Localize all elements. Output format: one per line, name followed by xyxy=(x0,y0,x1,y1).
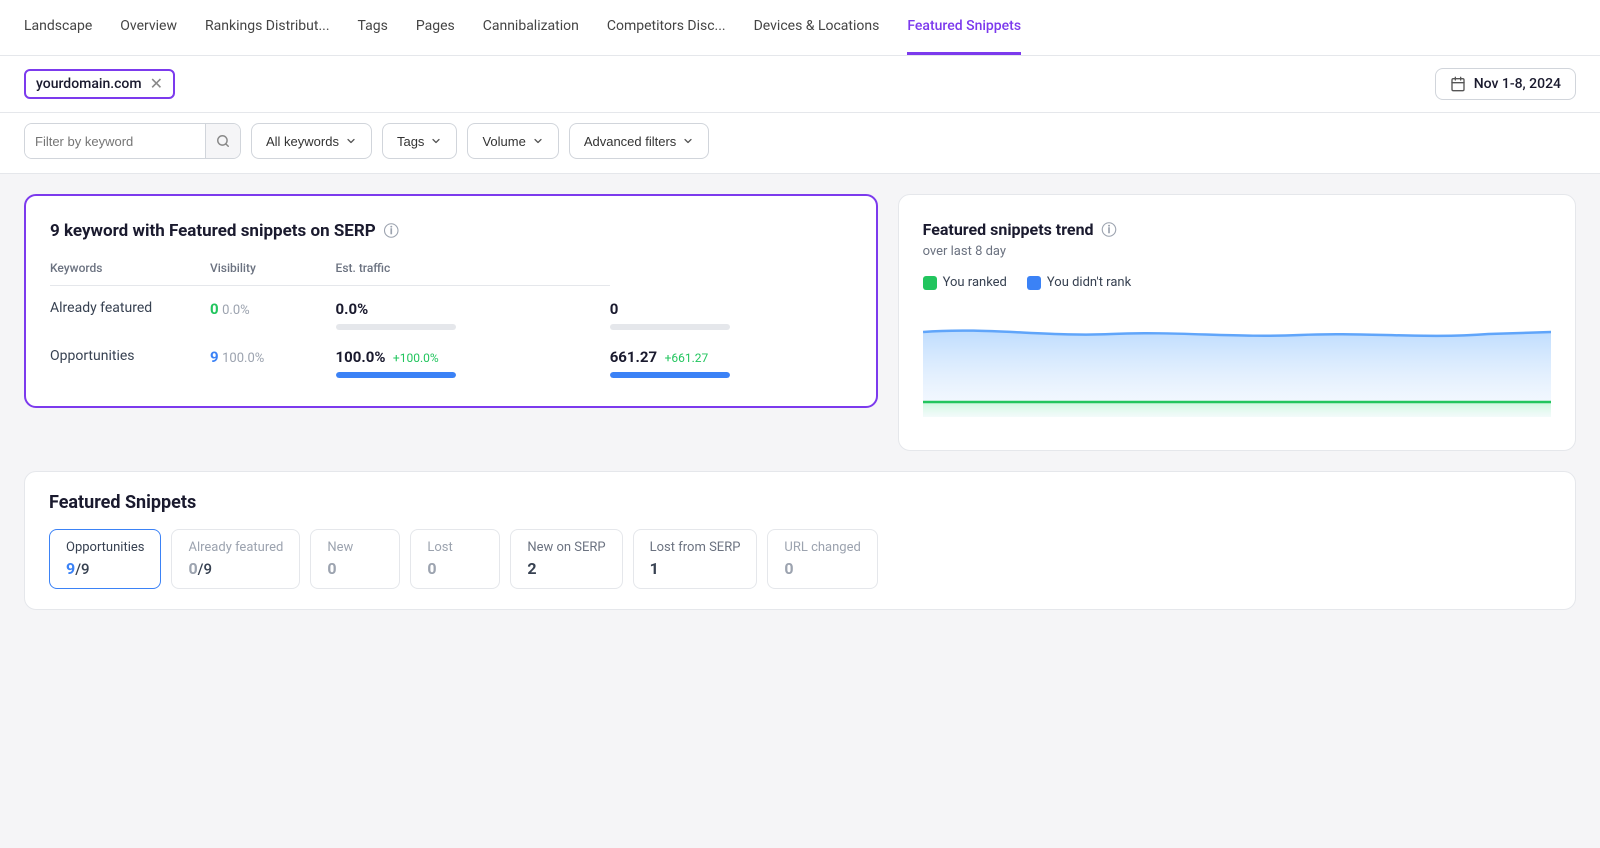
date-range-button[interactable]: Nov 1-8, 2024 xyxy=(1435,68,1576,100)
volume-label: Volume xyxy=(482,134,525,149)
snippets-summary-card: 9 keyword with Featured snippets on SERP… xyxy=(24,194,878,408)
nav-item-competitors-disc---[interactable]: Competitors Disc... xyxy=(607,0,726,55)
featured-snippets-section: Featured Snippets Opportunities 9/9 Alre… xyxy=(24,471,1576,610)
all-keywords-dropdown[interactable]: All keywords xyxy=(251,123,372,159)
chevron-down-icon xyxy=(532,135,544,147)
legend-not-ranked-label: You didn't rank xyxy=(1047,275,1131,290)
domain-label: yourdomain.com xyxy=(36,76,142,92)
trend-card: Featured snippets trend ⓘ over last 8 da… xyxy=(898,194,1576,451)
chevron-down-icon xyxy=(430,135,442,147)
volume-dropdown[interactable]: Volume xyxy=(467,123,558,159)
trend-subtitle: over last 8 day xyxy=(923,244,1551,259)
calendar-icon xyxy=(1450,76,1466,92)
featured-snippets-tab-lost[interactable]: Lost 0 xyxy=(410,529,500,589)
toolbar-left: yourdomain.com ✕ xyxy=(24,69,175,99)
featured-snippets-tabs: Opportunities 9/9 Already featured 0/9 N… xyxy=(49,529,1551,589)
close-icon[interactable]: ✕ xyxy=(150,76,163,92)
tags-dropdown[interactable]: Tags xyxy=(382,123,457,159)
col-est-traffic: Est. traffic xyxy=(336,261,610,286)
tab-value: 0/9 xyxy=(188,559,283,578)
tags-label: Tags xyxy=(397,134,424,149)
trend-chart xyxy=(923,302,1551,422)
featured-snippets-tab-already-featured[interactable]: Already featured 0/9 xyxy=(171,529,300,589)
date-range-label: Nov 1-8, 2024 xyxy=(1474,76,1561,92)
legend-item-ranked: You ranked xyxy=(923,275,1007,290)
featured-snippets-tab-lost-from-serp[interactable]: Lost from SERP 1 xyxy=(633,529,758,589)
tab-label: New on SERP xyxy=(527,540,605,555)
nav-item-rankings-distribut---[interactable]: Rankings Distribut... xyxy=(205,0,330,55)
advanced-filters-label: Advanced filters xyxy=(584,134,677,149)
nav-item-pages[interactable]: Pages xyxy=(416,0,455,55)
tab-label: Lost from SERP xyxy=(650,540,741,555)
nav-item-tags[interactable]: Tags xyxy=(358,0,388,55)
tab-value: 0 xyxy=(327,559,383,578)
featured-snippets-tab-new[interactable]: New 0 xyxy=(310,529,400,589)
filter-row: All keywords Tags Volume Advanced filter… xyxy=(0,113,1600,174)
legend-ranked-label: You ranked xyxy=(943,275,1007,290)
nav-item-featured-snippets[interactable]: Featured Snippets xyxy=(907,0,1021,55)
toolbar: yourdomain.com ✕ Nov 1-8, 2024 xyxy=(0,56,1600,113)
row-count: 9 100.0% xyxy=(210,334,336,382)
col-keywords: Keywords xyxy=(50,261,210,286)
featured-snippets-tab-opportunities[interactable]: Opportunities 9/9 xyxy=(49,529,161,589)
legend-item-not-ranked: You didn't rank xyxy=(1027,275,1131,290)
nav-item-devices---locations[interactable]: Devices & Locations xyxy=(754,0,880,55)
tab-value: 0 xyxy=(784,559,860,578)
row-traffic: 0 xyxy=(610,286,852,335)
main-content: 9 keyword with Featured snippets on SERP… xyxy=(0,174,1600,471)
tab-value: 2 xyxy=(527,559,605,578)
row-traffic: 661.27 +661.27 xyxy=(610,334,852,382)
info-icon[interactable]: ⓘ xyxy=(1102,219,1117,240)
legend-ranked-icon xyxy=(923,276,937,290)
col-visibility: Visibility xyxy=(210,261,336,286)
tab-label: Lost xyxy=(427,540,483,555)
row-label: Opportunities xyxy=(50,334,210,382)
tab-value: 9/9 xyxy=(66,559,144,578)
tab-value: 0 xyxy=(427,559,483,578)
tab-label: Already featured xyxy=(188,540,283,555)
chevron-down-icon xyxy=(682,135,694,147)
row-visibility: 0.0% xyxy=(336,286,610,335)
table-row: Opportunities 9 100.0% 100.0% +100.0% 66… xyxy=(50,334,852,382)
tab-label: Opportunities xyxy=(66,540,144,555)
search-icon xyxy=(216,134,230,148)
row-label: Already featured xyxy=(50,286,210,335)
info-icon[interactable]: ⓘ xyxy=(384,220,399,241)
nav-item-landscape[interactable]: Landscape xyxy=(24,0,92,55)
top-navigation: Landscape Overview Rankings Distribut... Ta… xyxy=(0,0,1600,56)
featured-snippets-tab-url-changed[interactable]: URL changed 0 xyxy=(767,529,877,589)
tab-label: New xyxy=(327,540,383,555)
legend-not-ranked-icon xyxy=(1027,276,1041,290)
trend-title: Featured snippets trend ⓘ xyxy=(923,219,1551,240)
tab-label: URL changed xyxy=(784,540,860,555)
featured-snippets-title: Featured Snippets xyxy=(49,492,1551,513)
legend: You ranked You didn't rank xyxy=(923,275,1551,290)
featured-snippets-tab-new-on-serp[interactable]: New on SERP 2 xyxy=(510,529,622,589)
all-keywords-label: All keywords xyxy=(266,134,339,149)
card-title: 9 keyword with Featured snippets on SERP… xyxy=(50,220,852,241)
nav-item-cannibalization[interactable]: Cannibalization xyxy=(483,0,579,55)
row-count: 0 0.0% xyxy=(210,286,336,335)
nav-item-overview[interactable]: Overview xyxy=(120,0,177,55)
search-wrap[interactable] xyxy=(24,123,241,159)
row-visibility: 100.0% +100.0% xyxy=(336,334,610,382)
chevron-down-icon xyxy=(345,135,357,147)
search-input[interactable] xyxy=(25,124,205,158)
summary-table: Keywords Visibility Est. traffic Already… xyxy=(50,261,852,382)
advanced-filters-dropdown[interactable]: Advanced filters xyxy=(569,123,710,159)
tab-value: 1 xyxy=(650,559,741,578)
domain-chip[interactable]: yourdomain.com ✕ xyxy=(24,69,175,99)
search-button[interactable] xyxy=(205,124,240,158)
table-row: Already featured 0 0.0% 0.0% 0 xyxy=(50,286,852,335)
